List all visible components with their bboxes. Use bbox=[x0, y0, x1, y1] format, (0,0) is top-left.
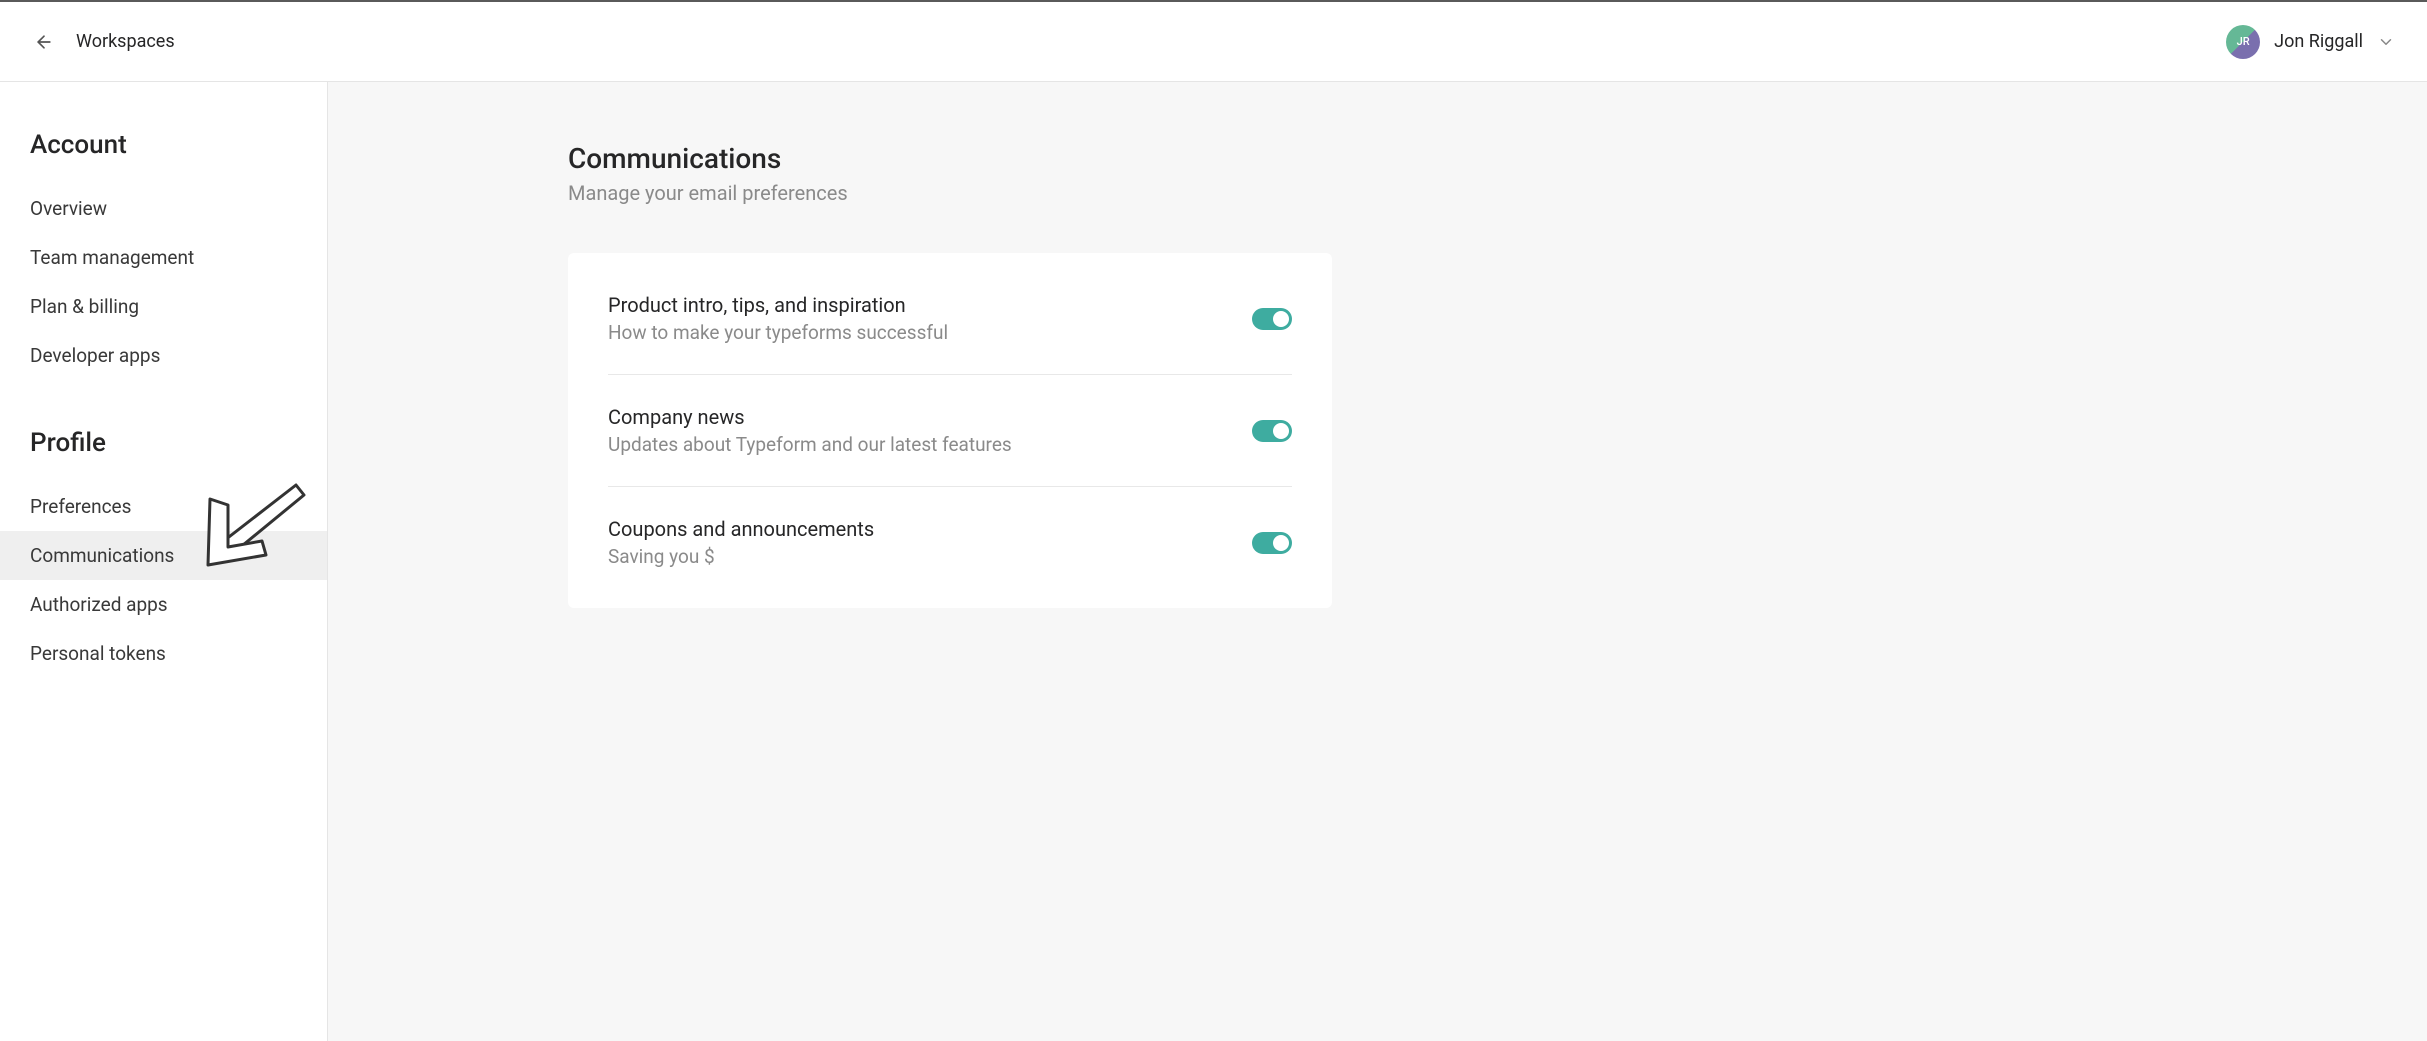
toggle-text: Coupons and announcements Saving you $ bbox=[608, 517, 1252, 568]
toggle-row-product-intro: Product intro, tips, and inspiration How… bbox=[608, 263, 1292, 375]
toggle-switch-company-news[interactable] bbox=[1252, 420, 1292, 442]
sidebar-section-profile: Profile Preferences Communications Autho… bbox=[0, 428, 327, 678]
arrow-left-icon bbox=[34, 32, 54, 52]
toggle-text: Company news Updates about Typeform and … bbox=[608, 405, 1252, 456]
breadcrumb[interactable]: Workspaces bbox=[76, 31, 175, 52]
toggle-row-coupons: Coupons and announcements Saving you $ bbox=[608, 487, 1292, 578]
sidebar-section-title: Profile bbox=[0, 428, 327, 458]
top-bar: Workspaces JR Jon Riggall bbox=[0, 0, 2427, 82]
sidebar-item-team-management[interactable]: Team management bbox=[0, 233, 327, 282]
toggle-desc: Saving you $ bbox=[608, 545, 1252, 568]
user-menu[interactable]: JR Jon Riggall bbox=[2226, 25, 2395, 59]
sidebar-item-communications[interactable]: Communications bbox=[0, 531, 327, 580]
sidebar-section-account: Account Overview Team management Plan & … bbox=[0, 130, 327, 380]
sidebar-item-preferences[interactable]: Preferences bbox=[0, 482, 327, 531]
page-subtitle: Manage your email preferences bbox=[568, 181, 2427, 205]
main-content: Communications Manage your email prefere… bbox=[328, 82, 2427, 1041]
top-left: Workspaces bbox=[32, 30, 175, 54]
toggle-text: Product intro, tips, and inspiration How… bbox=[608, 293, 1252, 344]
sidebar-item-plan-billing[interactable]: Plan & billing bbox=[0, 282, 327, 331]
page-title: Communications bbox=[568, 142, 2427, 175]
sidebar-item-authorized-apps[interactable]: Authorized apps bbox=[0, 580, 327, 629]
user-name: Jon Riggall bbox=[2274, 31, 2363, 52]
toggle-switch-product-intro[interactable] bbox=[1252, 308, 1292, 330]
toggle-desc: Updates about Typeform and our latest fe… bbox=[608, 433, 1252, 456]
toggle-title: Product intro, tips, and inspiration bbox=[608, 293, 1252, 317]
back-arrow-button[interactable] bbox=[32, 30, 56, 54]
toggle-title: Coupons and announcements bbox=[608, 517, 1252, 541]
sidebar-item-overview[interactable]: Overview bbox=[0, 184, 327, 233]
sidebar-item-developer-apps[interactable]: Developer apps bbox=[0, 331, 327, 380]
layout: Account Overview Team management Plan & … bbox=[0, 82, 2427, 1041]
toggle-row-company-news: Company news Updates about Typeform and … bbox=[608, 375, 1292, 487]
toggle-title: Company news bbox=[608, 405, 1252, 429]
page-header: Communications Manage your email prefere… bbox=[568, 142, 2427, 205]
avatar: JR bbox=[2226, 25, 2260, 59]
sidebar: Account Overview Team management Plan & … bbox=[0, 82, 328, 1041]
toggle-switch-coupons[interactable] bbox=[1252, 532, 1292, 554]
sidebar-section-title: Account bbox=[0, 130, 327, 160]
preferences-card: Product intro, tips, and inspiration How… bbox=[568, 253, 1332, 608]
sidebar-item-personal-tokens[interactable]: Personal tokens bbox=[0, 629, 327, 678]
chevron-down-icon bbox=[2377, 33, 2395, 51]
toggle-desc: How to make your typeforms successful bbox=[608, 321, 1252, 344]
